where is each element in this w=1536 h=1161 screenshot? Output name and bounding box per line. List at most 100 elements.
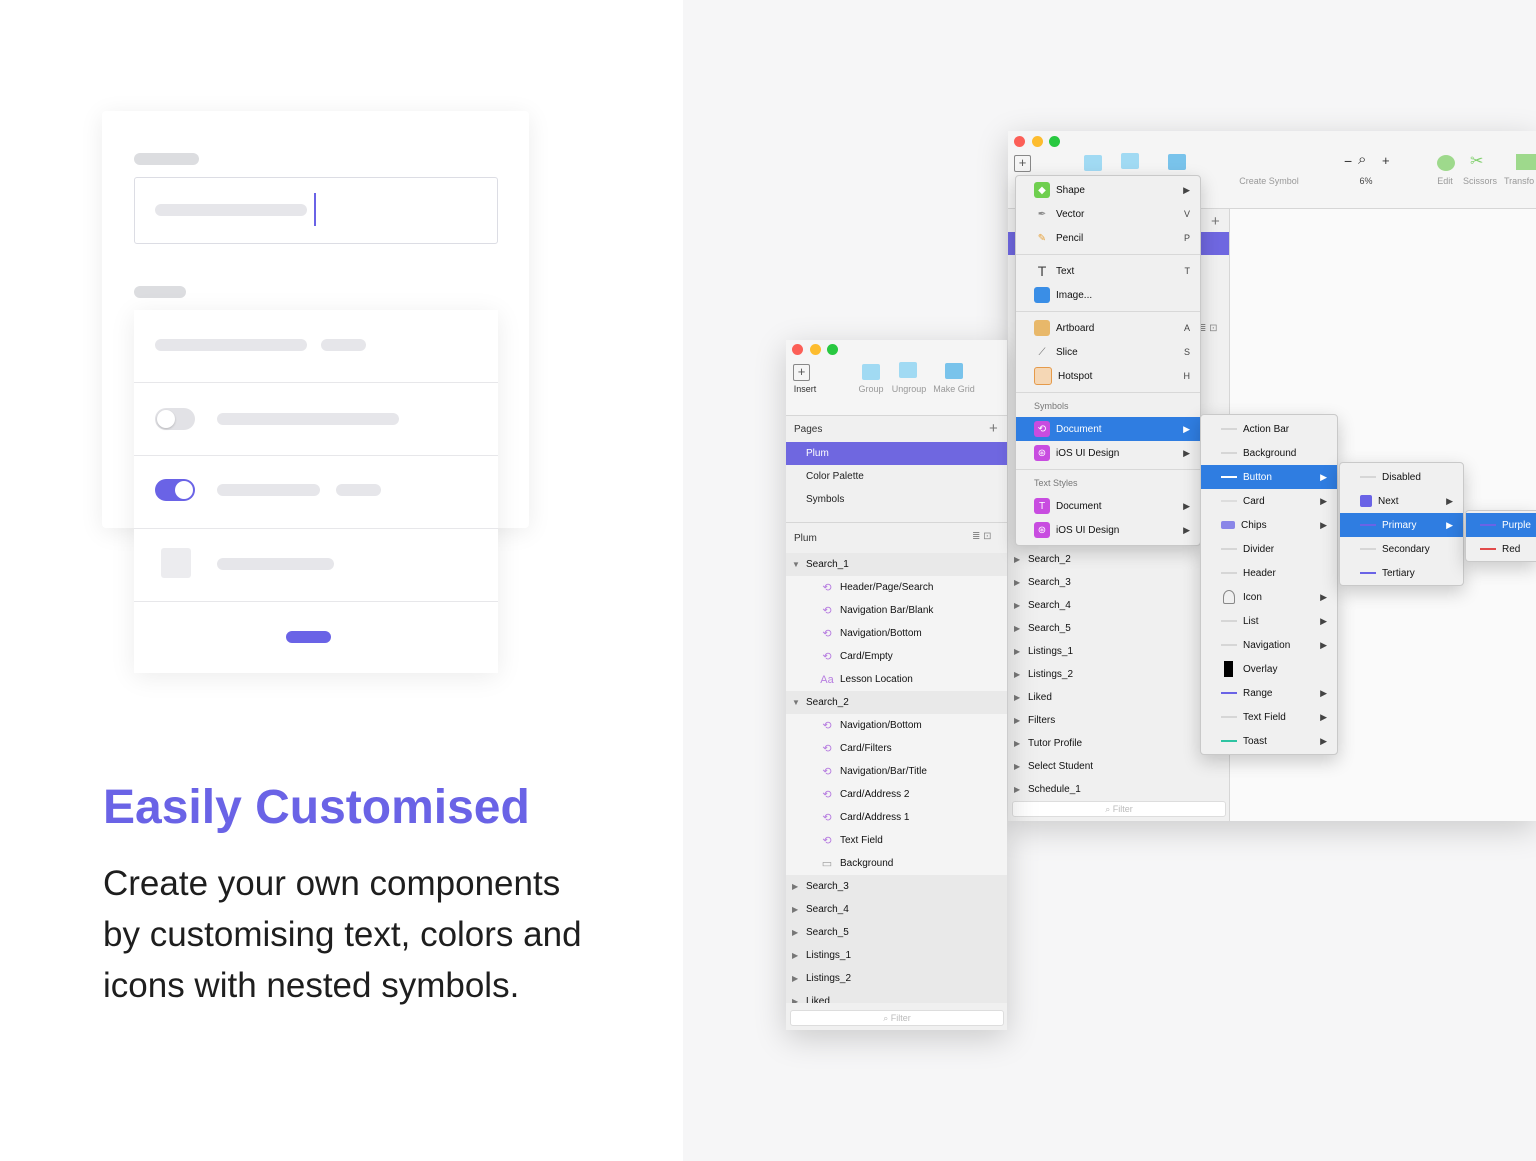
layer-row[interactable]: ▶ Schedule_1 <box>1008 778 1229 801</box>
zoom-button[interactable] <box>827 344 838 355</box>
insert-plus-icon[interactable]: + <box>1014 155 1031 172</box>
close-button[interactable] <box>1014 136 1025 147</box>
layer-row[interactable]: ⟲ Text Field <box>786 829 1007 852</box>
disclosure-open-icon[interactable]: ▼ <box>792 560 806 569</box>
menu-item[interactable]: Header <box>1201 561 1337 585</box>
menu-item-vector[interactable]: ✒ Vector V <box>1016 202 1200 226</box>
scissors-icon[interactable]: ✂ <box>1470 151 1483 171</box>
menu-item[interactable]: Tertiary <box>1340 561 1463 585</box>
make-grid-icon[interactable] <box>1168 154 1186 170</box>
layer-row[interactable]: ⟲ Card/Address 1 <box>786 806 1007 829</box>
layer-row[interactable]: ▶ Liked <box>786 990 1007 1003</box>
create-symbol-label[interactable]: Create Symbol <box>1234 176 1304 186</box>
menu-item[interactable]: Range ▶ <box>1201 681 1337 705</box>
menu-item[interactable]: Red <box>1466 537 1536 561</box>
large-filter-field[interactable]: ⌕ Filter <box>1012 801 1226 817</box>
menu-item[interactable]: Secondary <box>1340 537 1463 561</box>
layer-row[interactable]: ⟲ Navigation/Bar/Title <box>786 760 1007 783</box>
layer-row[interactable]: ▶ Listings_2 <box>786 967 1007 990</box>
disclosure-closed-icon[interactable]: ▶ <box>792 974 806 983</box>
layer-row[interactable]: ▼ Search_2 <box>786 691 1007 714</box>
disclosure-closed-icon[interactable]: ▶ <box>792 951 806 960</box>
menu-item[interactable]: Primary ▶ <box>1340 513 1463 537</box>
layer-row[interactable]: ▶ Listings_1 <box>786 944 1007 967</box>
menu-item[interactable]: Navigation ▶ <box>1201 633 1337 657</box>
small-filter-field[interactable]: ⌕ Filter <box>790 1010 1004 1026</box>
layer-row[interactable]: ▶ Filters <box>1008 709 1229 732</box>
page-item-color-palette[interactable]: Color Palette <box>806 471 864 482</box>
layer-row[interactable]: ▶ Select Student <box>1008 755 1229 778</box>
menu-item[interactable]: Purple <box>1466 513 1536 537</box>
layer-row[interactable]: ▶ Search_4 <box>1008 594 1229 617</box>
menu-item[interactable]: Background <box>1201 441 1337 465</box>
menu-item[interactable]: Chips ▶ <box>1201 513 1337 537</box>
menu-item-textstyles-document[interactable]: T Document ▶ <box>1016 494 1200 518</box>
layer-row[interactable]: ⟲ Navigation Bar/Blank <box>786 599 1007 622</box>
group-label[interactable]: Group <box>856 384 886 394</box>
disclosure-closed-icon[interactable]: ▶ <box>792 882 806 891</box>
add-page-icon[interactable]: + <box>1211 213 1220 230</box>
menu-item[interactable]: Icon ▶ <box>1201 585 1337 609</box>
menu-item[interactable]: Toast ▶ <box>1201 729 1337 753</box>
minimize-button[interactable] <box>810 344 821 355</box>
ungroup-icon[interactable] <box>899 362 917 378</box>
menu-item-pencil[interactable]: ✎ Pencil P <box>1016 226 1200 250</box>
ungroup-label[interactable]: Ungroup <box>889 384 929 394</box>
menu-item-hotspot[interactable]: Hotspot H <box>1016 364 1200 388</box>
edit-label[interactable]: Edit <box>1428 176 1462 186</box>
transform-label[interactable]: Transfo <box>1504 176 1536 186</box>
scissors-label[interactable]: Scissors <box>1461 176 1499 186</box>
insert-label[interactable]: Insert <box>790 384 820 394</box>
layer-row[interactable]: ▭ Background <box>786 852 1007 875</box>
menu-item-slice[interactable]: ⟋ Slice S <box>1016 340 1200 364</box>
menu-item-symbols-document[interactable]: ⟲ Document ▶ <box>1016 417 1200 441</box>
layer-row[interactable]: ⟲ Header/Page/Search <box>786 576 1007 599</box>
transform-icon[interactable] <box>1516 154 1536 170</box>
layer-row[interactable]: ▶ Search_5 <box>1008 617 1229 640</box>
layer-row[interactable]: ⟲ Card/Empty <box>786 645 1007 668</box>
menu-item-symbols-ios[interactable]: ⊛ iOS UI Design ▶ <box>1016 441 1200 465</box>
layer-row[interactable]: ▶ Listings_2 <box>1008 663 1229 686</box>
layer-row[interactable]: ⟲ Navigation/Bottom <box>786 622 1007 645</box>
edit-icon[interactable] <box>1437 155 1455 171</box>
disclosure-closed-icon[interactable]: ▶ <box>792 928 806 937</box>
make-grid-label[interactable]: Make Grid <box>931 384 977 394</box>
menu-item-image[interactable]: Image... <box>1016 283 1200 307</box>
menu-item-shape[interactable]: ◆ Shape ▶ <box>1016 178 1200 202</box>
group-icon[interactable] <box>862 364 880 380</box>
menu-item-textstyles-ios[interactable]: ⊛ iOS UI Design ▶ <box>1016 518 1200 542</box>
disclosure-open-icon[interactable]: ▼ <box>792 698 806 707</box>
group-icon[interactable] <box>1084 155 1102 171</box>
menu-item[interactable]: List ▶ <box>1201 609 1337 633</box>
ungroup-icon[interactable] <box>1121 153 1139 169</box>
zoom-in-icon[interactable]: + <box>1382 153 1390 168</box>
insert-plus-icon[interactable]: + <box>793 364 810 381</box>
disclosure-closed-icon[interactable]: ▶ <box>792 997 806 1003</box>
layer-row[interactable]: ⟲ Card/Filters <box>786 737 1007 760</box>
layer-row[interactable]: ▶ Search_2 <box>1008 548 1229 571</box>
menu-item-text[interactable]: T Text T <box>1016 259 1200 283</box>
menu-item[interactable]: Text Field ▶ <box>1201 705 1337 729</box>
layer-row[interactable]: ▶ Listings_1 <box>1008 640 1229 663</box>
close-button[interactable] <box>792 344 803 355</box>
menu-item-artboard[interactable]: Artboard A <box>1016 316 1200 340</box>
layer-row[interactable]: ▶ Liked <box>1008 686 1229 709</box>
menu-item[interactable]: Overlay <box>1201 657 1337 681</box>
menu-item[interactable]: Next ▶ <box>1340 489 1463 513</box>
zoom-button[interactable] <box>1049 136 1060 147</box>
layer-row[interactable]: ▼ Search_1 <box>786 553 1007 576</box>
layer-row[interactable]: ▶ Search_4 <box>786 898 1007 921</box>
menu-item[interactable]: Card ▶ <box>1201 489 1337 513</box>
menu-item[interactable]: Button ▶ <box>1201 465 1337 489</box>
disclosure-closed-icon[interactable]: ▶ <box>792 905 806 914</box>
zoom-out-icon[interactable]: − <box>1344 153 1352 169</box>
make-grid-icon[interactable] <box>945 363 963 379</box>
menu-item[interactable]: Disabled <box>1340 465 1463 489</box>
layer-row[interactable]: Aa Lesson Location <box>786 668 1007 691</box>
menu-item[interactable]: Divider <box>1201 537 1337 561</box>
layer-row[interactable]: ⟲ Card/Address 2 <box>786 783 1007 806</box>
layer-row[interactable]: ▶ Tutor Profile <box>1008 732 1229 755</box>
layer-row[interactable]: ▶ Search_5 <box>786 921 1007 944</box>
menu-item[interactable]: Action Bar <box>1201 417 1337 441</box>
add-page-icon[interactable]: + <box>989 420 998 437</box>
